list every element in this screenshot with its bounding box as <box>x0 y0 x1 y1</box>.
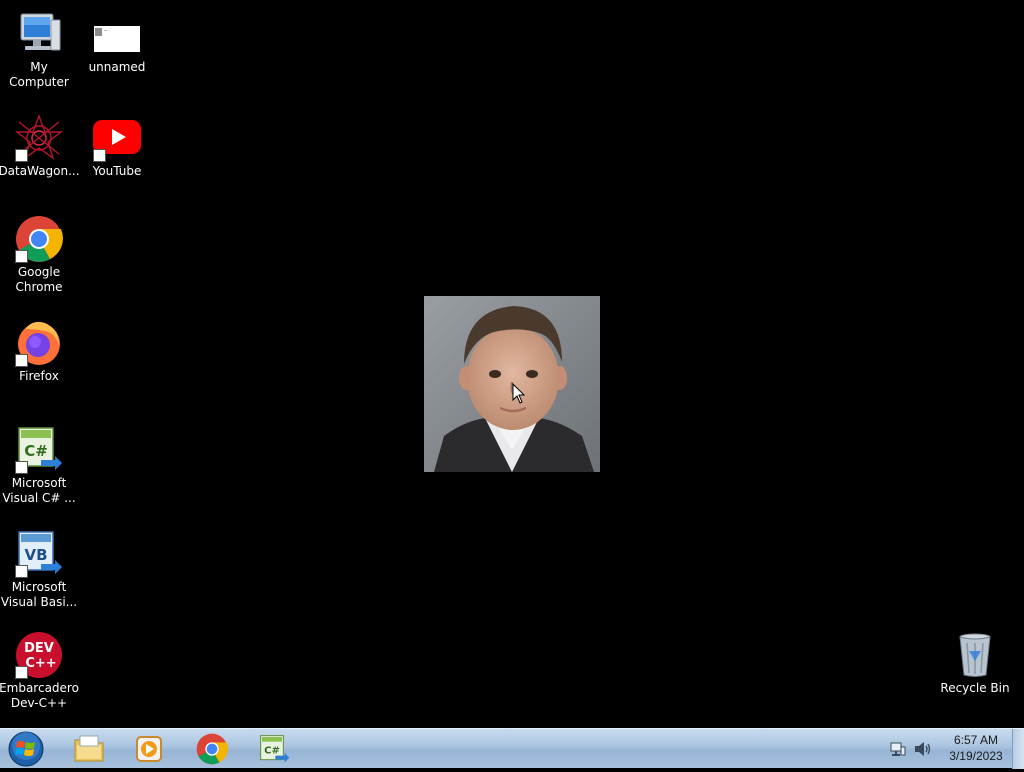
taskbar-media-player[interactable] <box>122 731 176 767</box>
taskbar-chrome[interactable] <box>185 731 239 767</box>
shortcut-arrow-icon <box>15 461 28 474</box>
show-desktop-button[interactable] <box>1012 729 1024 769</box>
devcpp-top-text: DEV <box>24 641 54 656</box>
visual-csharp-icon: C# <box>15 426 63 474</box>
desktop-icon-label: Recycle Bin <box>940 681 1010 695</box>
desktop-icon-youtube[interactable]: YouTube <box>78 114 156 179</box>
shortcut-arrow-icon <box>15 666 28 679</box>
windows-start-orb-icon <box>8 731 44 767</box>
clock-date: 3/19/2023 <box>949 749 1003 763</box>
csharp-text: C# <box>24 442 48 460</box>
shortcut-arrow-icon <box>15 149 28 162</box>
devcpp-bottom-text: C++ <box>25 656 56 671</box>
datawagon-icon <box>15 114 63 162</box>
desktop-icon-firefox[interactable]: Firefox <box>0 319 78 384</box>
desktop-icon-visual-csharp[interactable]: C# Microsoft Visual C# ... <box>0 426 78 506</box>
desktop-icon-label: My Computer <box>9 60 69 89</box>
shortcut-arrow-icon <box>93 149 106 162</box>
visual-csharp-icon: C# <box>260 735 290 763</box>
network-icon[interactable] <box>890 741 906 761</box>
shortcut-arrow-icon <box>15 250 28 263</box>
taskbar-visual-csharp[interactable]: C# <box>247 731 301 767</box>
desktop-icon-label: Microsoft Visual Basi... <box>0 580 78 609</box>
desktop-icon-google-chrome[interactable]: Google Chrome <box>0 215 78 295</box>
firefox-icon <box>15 319 63 367</box>
desktop-icon-recycle-bin[interactable]: Recycle Bin <box>936 631 1014 696</box>
file-explorer-icon <box>74 735 104 762</box>
chrome-icon <box>196 733 228 765</box>
computer-icon <box>15 10 63 58</box>
recycle-bin-icon <box>951 631 999 679</box>
clock-time: 6:57 AM <box>953 733 999 747</box>
taskbar-file-explorer[interactable] <box>62 731 116 767</box>
desktop-icon-label: unnamed <box>88 60 146 74</box>
devcpp-icon: DEV C++ <box>15 631 63 679</box>
shortcut-arrow-icon <box>15 565 28 578</box>
start-button[interactable] <box>6 730 46 768</box>
desktop-icon-my-computer[interactable]: My Computer <box>0 10 78 90</box>
desktop-icon-label: Microsoft Visual C# ... <box>2 476 76 505</box>
desktop-icon-label: DataWagon... <box>0 164 80 178</box>
desktop-icon-label: Embarcadero Dev-C++ <box>0 681 79 710</box>
desktop-icon-visual-basic[interactable]: VB Microsoft Visual Basi... <box>0 530 78 610</box>
taskbar: C# 6:57 AM 3/19/2023 <box>0 728 1024 769</box>
youtube-icon <box>93 114 141 162</box>
shortcut-arrow-icon <box>15 354 28 367</box>
visual-basic-icon: VB <box>15 530 63 578</box>
desktop: My Computer unnamed DataWagon... YouTube… <box>0 0 1024 728</box>
mouse-cursor-icon <box>512 383 526 404</box>
system-tray: 6:57 AM 3/19/2023 <box>884 729 1024 769</box>
desktop-icon-dev-cpp[interactable]: DEV C++ Embarcadero Dev-C++ <box>0 631 79 711</box>
vb-text: VB <box>24 546 47 564</box>
desktop-icon-datawagon[interactable]: DataWagon... <box>0 114 80 179</box>
chrome-icon <box>15 215 63 263</box>
clock[interactable]: 6:57 AM 3/19/2023 <box>944 732 1008 764</box>
desktop-icon-label: Firefox <box>19 369 59 383</box>
volume-icon[interactable] <box>914 741 932 761</box>
image-file-icon <box>93 10 141 58</box>
desktop-icon-unnamed[interactable]: unnamed <box>78 10 156 75</box>
desktop-icon-label: YouTube <box>92 164 142 178</box>
taskbar-csharp-text: C# <box>264 746 280 757</box>
desktop-icon-label: Google Chrome <box>15 265 63 294</box>
media-player-icon <box>136 736 162 762</box>
